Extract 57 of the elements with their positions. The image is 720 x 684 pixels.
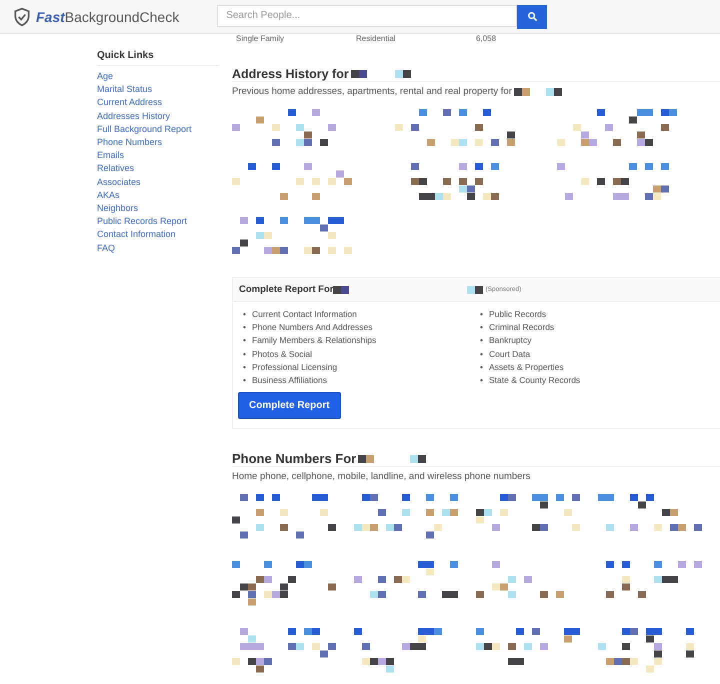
property-cell-text: 6,058 (476, 34, 498, 44)
report-feature: Professional Licensing (252, 362, 338, 373)
bullet: • (243, 348, 247, 360)
redacted-drawing (514, 88, 562, 96)
sidebar-link[interactable]: Contact Information (97, 228, 219, 242)
report-feature: Court Data (489, 348, 530, 360)
search-button[interactable] (517, 4, 548, 28)
report-feature: Criminal Records (489, 322, 554, 334)
logo-text: Fast (36, 8, 65, 24)
report-feature: Photos & Social (252, 348, 312, 360)
sidebar-link[interactable]: Neighbors (97, 202, 219, 216)
report-feature: Assets & Properties (489, 362, 564, 373)
report-feature: Public Records (489, 309, 546, 320)
bullet: • (243, 309, 247, 320)
report-feature: Phone Numbers And Addresses (252, 322, 372, 334)
bullet: • (480, 362, 484, 373)
property-cell-text: Single Family (236, 34, 286, 44)
bullet: • (243, 335, 247, 346)
logo-text: BackgroundCheck (64, 8, 180, 24)
report-feature: Family Members & Relationships (252, 335, 376, 346)
report-feature: Business Affiliations (252, 375, 327, 386)
bullet: • (243, 375, 247, 386)
redacted-drawing (350, 70, 411, 78)
report-feature: Current Contact Information (252, 309, 357, 320)
report-title: Complete Report For (239, 284, 334, 295)
sidebar-link[interactable]: Associates (97, 176, 219, 189)
sidebar-link[interactable]: FAQ (97, 242, 219, 255)
report-feature: Bankruptcy (489, 335, 532, 346)
complete-report-button[interactable]: Complete Report (238, 392, 341, 420)
sidebar-link[interactable]: Emails (97, 149, 219, 162)
bullet: • (480, 309, 484, 320)
search-icon (526, 11, 538, 22)
section-heading: Address History for (232, 67, 349, 81)
section-subtitle: Home phone, cellphone, mobile, landline, and wireless phone numbers (232, 471, 530, 482)
sidebar-link[interactable]: Addresses History (97, 110, 219, 123)
bullet: • (243, 362, 247, 373)
bullet: • (480, 335, 484, 346)
search-field[interactable]: Search People... (217, 4, 518, 26)
report-feature: State & County Records (489, 375, 580, 386)
sidebar-link[interactable]: Current Address (97, 96, 219, 110)
sidebar-link[interactable]: AKAs (97, 188, 219, 202)
section-subtitle: Previous home addresses, apartments, rental and real property for (232, 86, 512, 97)
bullet: • (480, 375, 484, 386)
sidebar-link[interactable]: Phone Numbers (97, 136, 219, 150)
sidebar-link[interactable]: Age (97, 70, 219, 84)
sidebar-link[interactable]: Relatives (97, 162, 219, 176)
sidebar-title: Quick Links (97, 50, 219, 66)
shield-check-icon (12, 6, 32, 26)
sidebar-link[interactable]: Full Background Report (97, 122, 219, 136)
bullet: • (480, 322, 484, 334)
property-cell-text: Residential (356, 34, 397, 44)
bullet: • (243, 322, 247, 334)
sidebar-link[interactable]: Marital Status (97, 83, 219, 96)
bullet: • (480, 348, 484, 360)
sidebar-link[interactable]: Public Records Report (97, 215, 219, 228)
redacted-drawing (358, 454, 426, 463)
section-heading: Phone Numbers For (232, 451, 356, 466)
